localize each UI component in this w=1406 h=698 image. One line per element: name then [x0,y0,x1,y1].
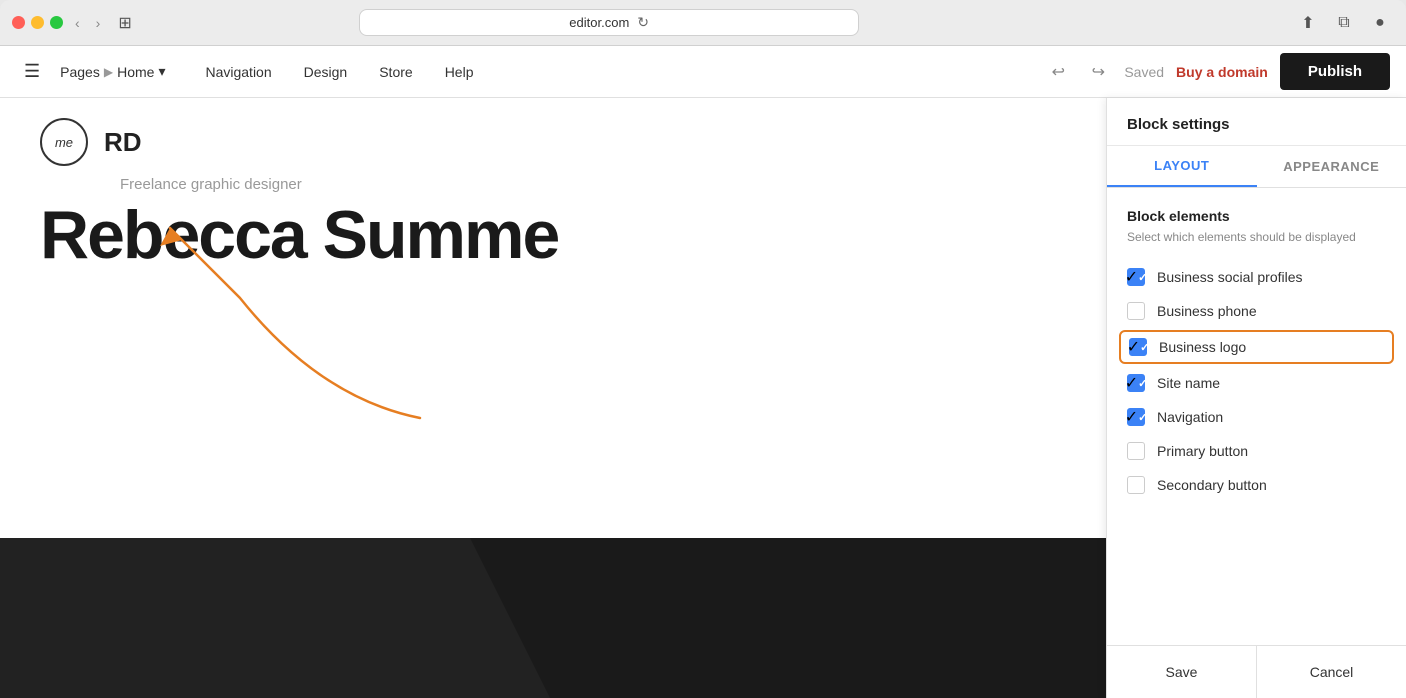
dark-triangle [470,538,550,698]
breadcrumb-home-label: Home [117,64,154,80]
checkbox-navigation-label: Navigation [1157,409,1223,425]
checkbox-business-phone[interactable]: Business phone [1127,294,1386,328]
nav-help[interactable]: Help [429,56,490,88]
toolbar-nav-items: Navigation Design Store Help [189,56,489,88]
share-button[interactable]: ⬆ [1294,9,1322,37]
check-icon: ✓ [1125,407,1138,427]
nav-navigation[interactable]: Navigation [189,56,287,88]
checkbox-secondary-button-label: Secondary button [1157,477,1267,493]
checkbox-business-phone-input[interactable] [1127,302,1145,320]
publish-button[interactable]: Publish [1280,53,1390,90]
panel-footer: Save Cancel [1107,645,1406,698]
tab-layout[interactable]: LAYOUT [1107,146,1257,187]
browser-actions: ⬆ ⧉ ● [1294,9,1394,37]
checkbox-social-profiles-input[interactable]: ✓ [1127,268,1145,286]
block-elements-subtitle: Select which elements should be displaye… [1127,230,1386,244]
back-button[interactable]: ‹ [71,13,84,33]
site-logo: me [40,118,88,166]
logo-text: me [55,135,73,150]
browser-chrome: ‹ › ⊞ editor.com ↻ ⬆ ⧉ ● [0,0,1406,46]
forward-button[interactable]: › [92,13,105,33]
checkbox-navigation-input[interactable]: ✓ [1127,408,1145,426]
panel-tabs: LAYOUT APPEARANCE [1107,146,1406,188]
checkbox-business-logo[interactable]: ✓ Business logo [1119,330,1394,364]
saved-indicator: Saved [1124,64,1164,80]
minimize-button[interactable] [31,16,44,29]
undo-button[interactable]: ↩ [1044,58,1072,86]
close-button[interactable] [12,16,25,29]
checkbox-primary-button[interactable]: Primary button [1127,434,1386,468]
toolbar-right: ↩ ↪ Saved Buy a domain Publish [1044,53,1390,90]
maximize-button[interactable] [50,16,63,29]
panel-title: Block settings [1107,98,1406,146]
checkbox-business-logo-label: Business logo [1159,339,1246,355]
checkbox-secondary-button[interactable]: Secondary button [1127,468,1386,502]
checkbox-navigation[interactable]: ✓ Navigation [1127,400,1386,434]
check-icon: ✓ [1127,337,1140,357]
breadcrumb: Pages ▶ Home ▾ [60,63,165,80]
checkbox-primary-button-label: Primary button [1157,443,1248,459]
breadcrumb-separator: ▶ [104,65,113,79]
reload-button[interactable]: ↻ [637,14,649,31]
breadcrumb-pages: Pages [60,64,100,80]
dark-content-left [0,538,470,698]
cancel-button[interactable]: Cancel [1257,646,1406,698]
save-button[interactable]: Save [1107,646,1257,698]
hamburger-button[interactable]: ☰ [16,57,48,86]
main-area: me RD f ◉ in 𝕏 Freelance graphic designe… [0,98,1406,698]
check-icon: ✓ [1125,267,1138,287]
nav-design[interactable]: Design [288,56,364,88]
checkbox-site-name-label: Site name [1157,375,1220,391]
profile-button[interactable]: ● [1366,9,1394,37]
redo-button[interactable]: ↪ [1084,58,1112,86]
site-initials: RD [104,127,142,158]
url-text: editor.com [569,15,629,30]
tab-appearance[interactable]: APPEARANCE [1257,146,1406,187]
panel-body: Block elements Select which elements sho… [1107,188,1406,645]
check-icon: ✓ [1125,373,1138,393]
tab-overview-button[interactable]: ⧉ [1330,9,1358,37]
breadcrumb-home-dropdown[interactable]: Home ▾ [117,63,165,80]
checkbox-social-profiles-label: Business social profiles [1157,269,1303,285]
url-bar[interactable]: editor.com ↻ [359,9,859,36]
traffic-lights [12,16,63,29]
chevron-down-icon: ▾ [158,63,165,80]
checkbox-business-phone-label: Business phone [1157,303,1257,319]
checkbox-social-profiles[interactable]: ✓ Business social profiles [1127,260,1386,294]
block-settings-panel: Block settings LAYOUT APPEARANCE Block e… [1106,98,1406,698]
checkbox-site-name[interactable]: ✓ Site name [1127,366,1386,400]
checkbox-site-name-input[interactable]: ✓ [1127,374,1145,392]
sidebar-toggle-button[interactable]: ⊞ [112,11,137,35]
nav-store[interactable]: Store [363,56,428,88]
checkbox-primary-button-input[interactable] [1127,442,1145,460]
checkbox-secondary-button-input[interactable] [1127,476,1145,494]
block-elements-title: Block elements [1127,208,1386,224]
checkbox-business-logo-input[interactable]: ✓ [1129,338,1147,356]
app-toolbar: ☰ Pages ▶ Home ▾ Navigation Design Store… [0,46,1406,98]
buy-domain-button[interactable]: Buy a domain [1176,64,1268,80]
